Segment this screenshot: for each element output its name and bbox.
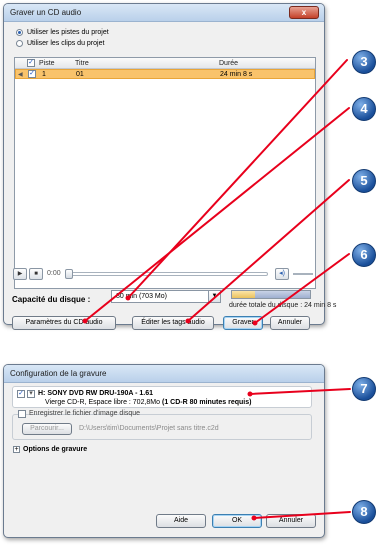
- column-header-titre[interactable]: Titre: [75, 60, 89, 67]
- callout-badge-6: 6: [352, 243, 376, 267]
- save-image-label: Enregistrer le fichier d'image disque: [29, 410, 141, 417]
- playback-time: 0:00: [47, 270, 61, 277]
- play-button[interactable]: ▶: [13, 268, 27, 280]
- edit-audio-tags-button[interactable]: Éditer les tags audio: [132, 316, 214, 330]
- drive-free-space: Vierge CD-R, Espace libre : 702,8Mo: [45, 399, 161, 406]
- radio-selected-icon: [16, 29, 23, 36]
- chevron-down-icon[interactable]: ▼: [208, 291, 220, 302]
- callout-badge-7: 7: [352, 377, 376, 401]
- radio-label: Utiliser les clips du projet: [27, 40, 105, 47]
- column-header-piste[interactable]: Piste: [39, 60, 55, 67]
- close-button[interactable]: x: [289, 6, 319, 19]
- drive-dropdown-icon[interactable]: ▾: [27, 390, 35, 398]
- radio-use-project-tracks[interactable]: Utiliser les pistes du projet: [16, 29, 109, 36]
- dialog-titlebar: Configuration de la gravure: [4, 365, 324, 383]
- radio-use-project-clips[interactable]: Utiliser les clips du projet: [16, 40, 104, 47]
- playback-slider[interactable]: [68, 272, 268, 276]
- burn-options-label[interactable]: Options de gravure: [23, 446, 87, 453]
- dialog-titlebar: Graver un CD audio x: [4, 4, 324, 22]
- callout-badge-5: 5: [352, 169, 376, 193]
- audio-player: ▶ ■ 0:00 ◂): [13, 266, 315, 282]
- dialog-title: Configuration de la gravure: [10, 369, 107, 378]
- volume-slider[interactable]: [293, 273, 313, 275]
- audio-cd-settings-button[interactable]: Paramètres du CD audio: [12, 316, 116, 330]
- radio-label: Utiliser les pistes du projet: [27, 29, 109, 36]
- callout-badge-3: 3: [352, 50, 376, 74]
- drive-required-discs: (1 CD-R 80 minutes requis): [162, 399, 252, 406]
- table-row[interactable]: ◀ ✓ 1 01 24 min 8 s: [15, 69, 315, 79]
- burn-button[interactable]: Graver: [223, 316, 263, 330]
- cell-piste: 1: [42, 71, 46, 78]
- total-duration: durée totale du disque : 24 min 8 s: [229, 302, 337, 309]
- cancel-button[interactable]: Annuler: [270, 316, 310, 330]
- capacity-usage-bar: [231, 290, 311, 299]
- stop-button[interactable]: ■: [29, 268, 43, 280]
- cell-titre: 01: [76, 71, 84, 78]
- track-table: ✓ Piste Titre Durée ◀ ✓ 1 01 24 min 8 s: [14, 57, 316, 289]
- drive-name: H: SONY DVD RW DRU-190A - 1.61: [38, 390, 154, 397]
- column-header-duree[interactable]: Durée: [219, 60, 238, 67]
- drive-checkbox[interactable]: ✓: [17, 390, 25, 398]
- capacity-used-fill: [232, 291, 255, 298]
- capacity-label: Capacité du disque :: [12, 295, 91, 304]
- volume-icon[interactable]: ◂): [275, 268, 289, 280]
- capacity-value: 80 min (703 Mo): [116, 293, 167, 300]
- image-path-field: D:\Users\tim\Documents\Projet sans titre…: [79, 425, 219, 432]
- expand-options-icon[interactable]: +: [13, 446, 20, 453]
- callout-badge-8: 8: [352, 500, 376, 524]
- help-button[interactable]: Aide: [156, 514, 206, 528]
- select-all-checkbox[interactable]: ✓: [27, 59, 35, 67]
- callout-badge-4: 4: [352, 97, 376, 121]
- radio-unselected-icon: [16, 40, 23, 47]
- table-header: ✓ Piste Titre Durée: [15, 58, 315, 69]
- capacity-free-fill: [255, 291, 310, 298]
- dialog-title: Graver un CD audio: [10, 8, 82, 17]
- drive-info: Vierge CD-R, Espace libre : 702,8Mo (1 C…: [45, 399, 251, 406]
- cell-duree: 24 min 8 s: [220, 71, 253, 78]
- row-pointer-icon: ◀: [18, 72, 23, 78]
- cancel-button[interactable]: Annuler: [266, 514, 316, 528]
- playback-slider-thumb[interactable]: [65, 269, 73, 279]
- capacity-select[interactable]: 80 min (703 Mo) ▼: [111, 290, 221, 303]
- browse-button[interactable]: Parcourir...: [22, 423, 72, 435]
- ok-button[interactable]: OK: [212, 514, 262, 528]
- track-checkbox[interactable]: ✓: [28, 70, 36, 78]
- save-image-checkbox[interactable]: [18, 410, 26, 418]
